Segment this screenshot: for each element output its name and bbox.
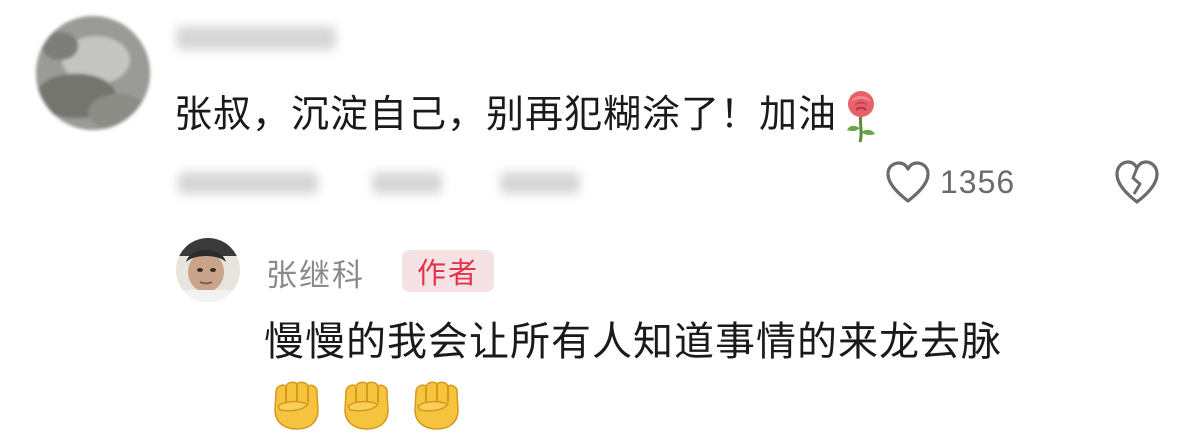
reply-action-blurred[interactable] <box>500 172 580 194</box>
user-avatar-blurred-icon <box>36 16 150 130</box>
reply-text: 慢慢的我会让所有人知道事情的来龙去脉 <box>264 319 1002 365</box>
raised-fist-icon <box>414 381 459 430</box>
author-name[interactable]: 张继科 <box>266 250 365 295</box>
raised-fist-icon <box>344 381 389 430</box>
heart-outline-icon <box>886 161 930 203</box>
comment-text-content: 张叔，沉淀自己，别再犯糊涂了！加油 <box>174 92 838 136</box>
author-avatar-icon <box>176 238 240 302</box>
rose-icon <box>847 90 876 142</box>
dislike-button[interactable] <box>1112 158 1162 206</box>
commenter-name-blurred[interactable] <box>176 26 336 50</box>
comment-text: 张叔，沉淀自己，别再犯糊涂了！加油 <box>174 84 879 144</box>
like-button[interactable]: 1356 <box>884 158 1015 206</box>
comment-location-blurred <box>372 172 442 194</box>
commenter-avatar[interactable] <box>36 16 150 130</box>
author-badge: 作者 <box>402 250 494 292</box>
like-count: 1356 <box>940 163 1016 200</box>
reply-emoji-row <box>266 374 466 432</box>
broken-heart-icon <box>1115 160 1159 204</box>
author-avatar[interactable] <box>176 238 240 302</box>
comment-time-blurred <box>178 172 318 194</box>
raised-fist-icon <box>274 381 319 430</box>
